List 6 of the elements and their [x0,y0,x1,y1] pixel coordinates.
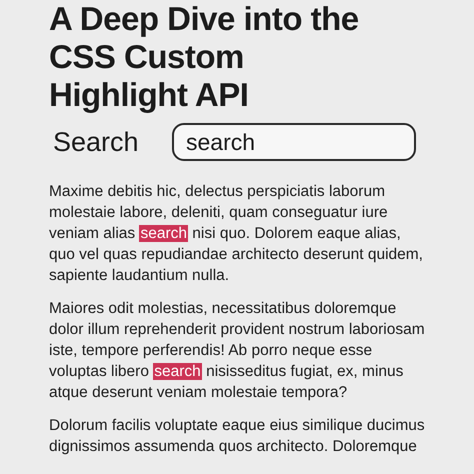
article-title: A Deep Dive into the CSS Custom Highlight API [49,0,360,114]
search-label: Search [53,126,140,159]
body-paragraph: Dolorum facilis voluptate eaque eius similique ducimus dignissimos assumenda quos architecto. Doloremque [49,416,426,456]
body-paragraph: Maxime debitis hic, delectus perspiciatis laborum molestaie labore, deleniti, quam conseguatur iure veniam alias search nisi quo. Dolorem eaque alias, quo vel quas repudiandae architecto deserunt quidem, sapiente laudantium nulla. [49,182,424,286]
search-field[interactable]: search [172,123,416,162]
body-paragraph: Maiores odit molestias, necessitatibus doloremque dolor illum reprehenderit provident nostrum laboriosam iste, tempore perferendis! Ab porro neque esse voluptas libero search nisisseditus fugiat, ex, minus atque deserunt veniam molestaie tempora? [49,298,426,402]
